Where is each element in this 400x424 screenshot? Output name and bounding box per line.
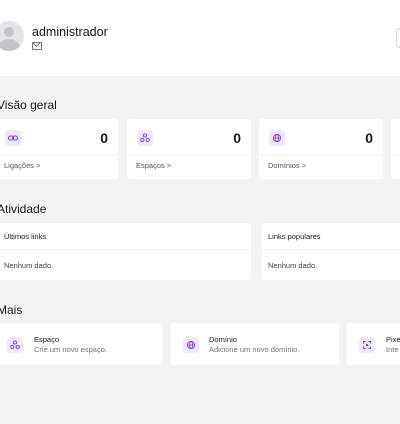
divider xyxy=(391,155,400,156)
footer-cutoff-text xyxy=(0,420,200,424)
stat-card-partial[interactable] xyxy=(391,119,400,179)
more-item-title: Pixe xyxy=(386,335,400,344)
globe-icon xyxy=(269,130,285,146)
divider xyxy=(127,155,251,156)
more-title: Mais xyxy=(0,303,23,317)
divider xyxy=(259,155,383,156)
empty-state: Nenhum dado. xyxy=(268,261,318,270)
stat-card-links[interactable]: 0 Ligações > xyxy=(0,119,118,179)
stat-link-spaces[interactable]: Espaços > xyxy=(136,161,171,171)
stat-card-domains[interactable]: 0 Domínios > xyxy=(259,119,383,179)
popular-links-heading: Links populares xyxy=(268,232,321,241)
divider xyxy=(0,155,118,156)
chevron-right-icon: > xyxy=(301,161,307,170)
more-item-title: Espaço xyxy=(34,335,60,344)
stat-link-domains[interactable]: Domínios > xyxy=(268,161,306,171)
globe-icon xyxy=(183,337,199,353)
spaces-icon xyxy=(7,337,23,353)
link-icon xyxy=(5,130,21,146)
avatar-head xyxy=(4,27,14,37)
empty-state: Nenhum dado. xyxy=(4,261,54,270)
avatar[interactable] xyxy=(0,21,24,51)
pixel-icon xyxy=(359,337,375,353)
more-item-desc: Adicione um novo domínio. xyxy=(209,345,300,354)
stat-card-spaces[interactable]: 0 Espaços > xyxy=(127,119,251,179)
more-item-title: Domínio xyxy=(209,335,237,344)
username: administrador xyxy=(32,25,108,39)
stat-link-links[interactable]: Ligações > xyxy=(4,161,41,171)
header-action-button[interactable] xyxy=(396,28,400,48)
chevron-right-icon: > xyxy=(166,161,172,170)
divider xyxy=(262,249,400,250)
divider xyxy=(0,249,251,250)
more-item-pixel[interactable]: Pixe Inte xyxy=(347,323,400,365)
stat-value: 0 xyxy=(100,130,108,146)
popular-links-card: Links populares Nenhum dado. xyxy=(262,223,400,280)
avatar-torso xyxy=(0,39,20,51)
spaces-icon xyxy=(137,130,153,146)
more-item-domain[interactable]: Domínio Adicione um novo domínio. xyxy=(171,323,339,365)
more-item-space[interactable]: Espaço Crie um novo espaço. xyxy=(0,323,162,365)
more-item-desc: Inte xyxy=(386,345,399,354)
mail-icon xyxy=(32,42,42,50)
overview-title: Visão geral xyxy=(0,98,57,112)
stat-value: 0 xyxy=(365,130,373,146)
stat-value: 0 xyxy=(233,130,241,146)
activity-title: Atividade xyxy=(0,202,47,216)
profile-header: administrador xyxy=(0,0,400,76)
chevron-right-icon: > xyxy=(36,161,41,170)
more-item-desc: Crie um novo espaço. xyxy=(34,345,107,354)
latest-links-heading: Últimos links xyxy=(4,232,47,241)
latest-links-card: Últimos links Nenhum dado. xyxy=(0,223,251,280)
